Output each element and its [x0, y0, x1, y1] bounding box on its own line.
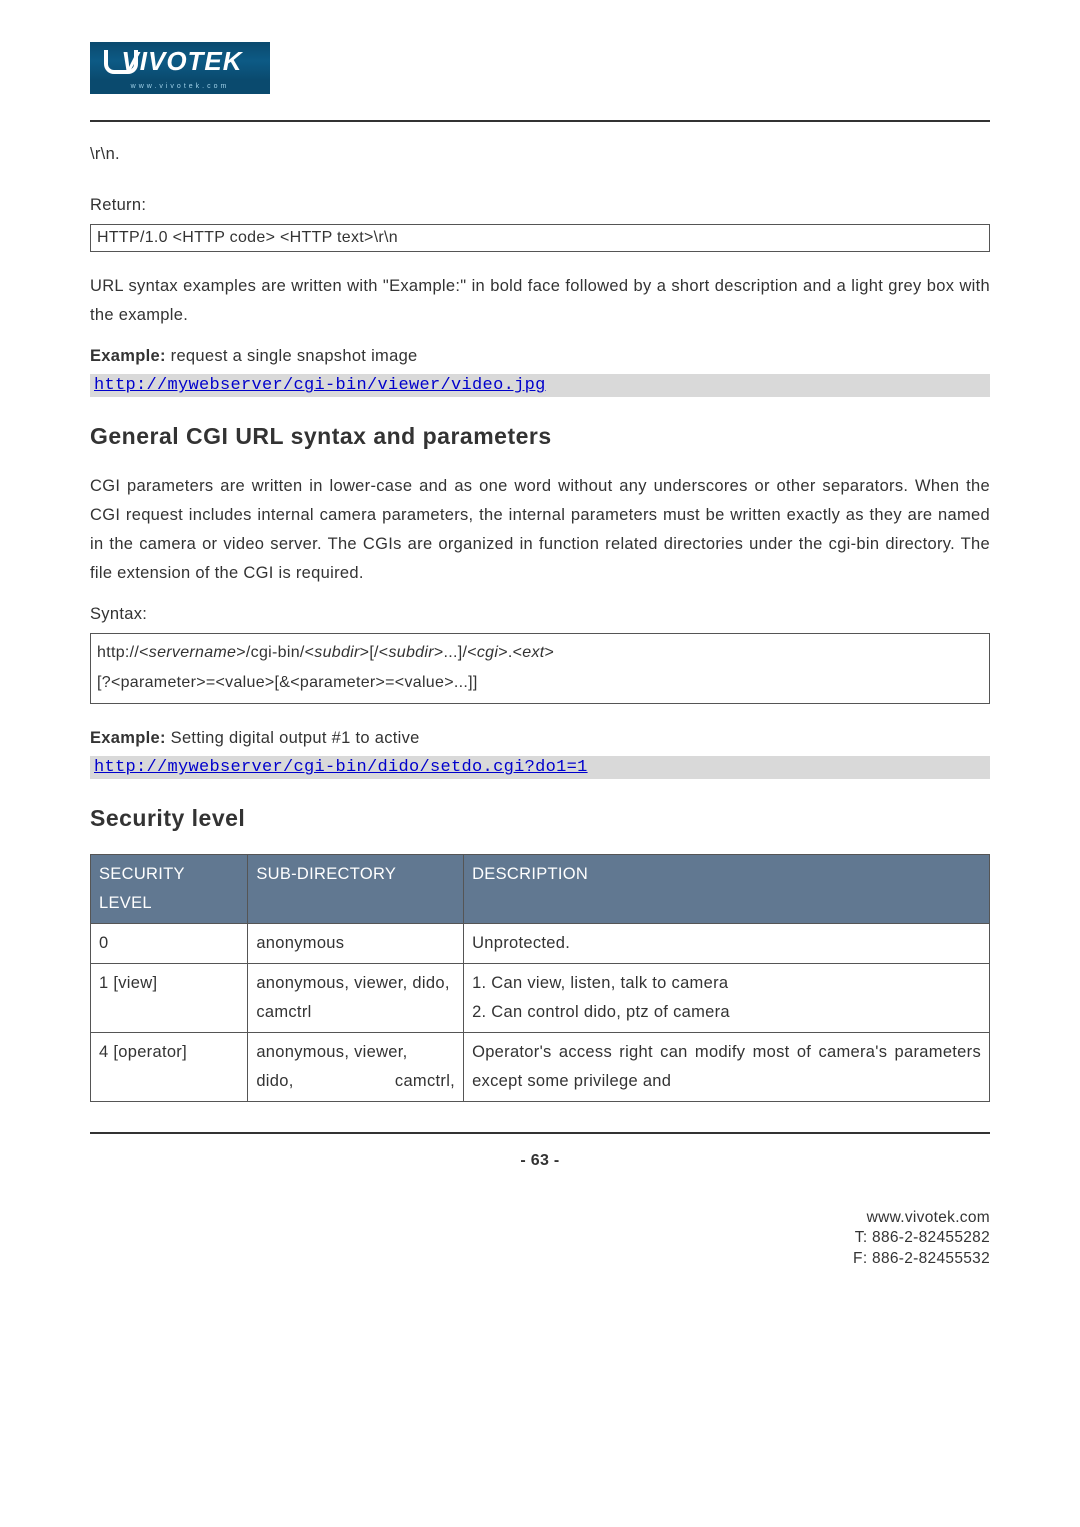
footer-contact: www.vivotek.com T: 886-2-82455282 F: 886…: [90, 1208, 990, 1271]
example2-text: Setting digital output #1 to active: [166, 729, 420, 747]
cell-subdir: anonymous, viewer, dido,camctrl,: [248, 1032, 464, 1101]
cell-desc: 1. Can view, listen, talk to camera 2. C…: [464, 964, 990, 1033]
table-row: 4 [operator] anonymous, viewer, dido,cam…: [91, 1032, 990, 1101]
example1-label: Example:: [90, 347, 166, 365]
general-cgi-para: CGI parameters are written in lower-case…: [90, 472, 990, 588]
cell-subdir: anonymous, viewer, dido, camctrl: [248, 964, 464, 1033]
cell-level: 4 [operator]: [91, 1032, 248, 1101]
page-number: - 63 -: [90, 1152, 990, 1170]
syntax-example-desc: URL syntax examples are written with "Ex…: [90, 272, 990, 330]
syntax-label: Syntax:: [90, 600, 990, 629]
table-row: 0 anonymous Unprotected.: [91, 924, 990, 964]
th-description: DESCRIPTION: [464, 855, 990, 924]
return-label: Return:: [90, 191, 990, 220]
header-divider: [90, 120, 990, 122]
syntax-line1: http://<servername>/cgi-bin/<subdir>[/<s…: [97, 638, 983, 668]
cell-level: 0: [91, 924, 248, 964]
cell-level: 1 [view]: [91, 964, 248, 1033]
rn-text: \r\n.: [90, 140, 990, 169]
example1-text: request a single snapshot image: [166, 347, 418, 365]
logo-tagline: www.vivotek.com: [90, 80, 270, 94]
example1-box: http://mywebserver/cgi-bin/viewer/video.…: [90, 374, 990, 397]
security-level-table: SECURITY LEVEL SUB-DIRECTORY DESCRIPTION…: [90, 854, 990, 1101]
table-row: 1 [view] anonymous, viewer, dido, camctr…: [91, 964, 990, 1033]
header-logo: VIVOTEK www.vivotek.com: [90, 42, 990, 94]
return-box: HTTP/1.0 <HTTP code> <HTTP text>\r\n: [90, 224, 990, 252]
footer-tel: T: 886-2-82455282: [90, 1228, 990, 1249]
footer-fax: F: 886-2-82455532: [90, 1249, 990, 1270]
heading-general-cgi: General CGI URL syntax and parameters: [90, 423, 990, 450]
syntax-line2: [?<parameter>=<value>[&<parameter>=<valu…: [97, 668, 983, 698]
cell-subdir: anonymous: [248, 924, 464, 964]
cell-desc: Unprotected.: [464, 924, 990, 964]
cell-desc: Operator's access right can modify most …: [464, 1032, 990, 1101]
table-header-row: SECURITY LEVEL SUB-DIRECTORY DESCRIPTION: [91, 855, 990, 924]
heading-security-level: Security level: [90, 805, 990, 832]
footer-url: www.vivotek.com: [90, 1208, 990, 1229]
example2-label: Example:: [90, 729, 166, 747]
example2-link[interactable]: http://mywebserver/cgi-bin/dido/setdo.cg…: [94, 758, 588, 777]
logo-brand-text: VIVOTEK: [100, 42, 264, 80]
example2-box: http://mywebserver/cgi-bin/dido/setdo.cg…: [90, 756, 990, 779]
vivotek-logo: VIVOTEK www.vivotek.com: [90, 42, 270, 94]
example2-line: Example: Setting digital output #1 to ac…: [90, 724, 990, 753]
th-security-level: SECURITY LEVEL: [91, 855, 248, 924]
th-sub-directory: SUB-DIRECTORY: [248, 855, 464, 924]
syntax-box: http://<servername>/cgi-bin/<subdir>[/<s…: [90, 633, 990, 704]
example1-line: Example: request a single snapshot image: [90, 342, 990, 371]
example1-link[interactable]: http://mywebserver/cgi-bin/viewer/video.…: [94, 376, 546, 395]
footer-divider: [90, 1132, 990, 1134]
